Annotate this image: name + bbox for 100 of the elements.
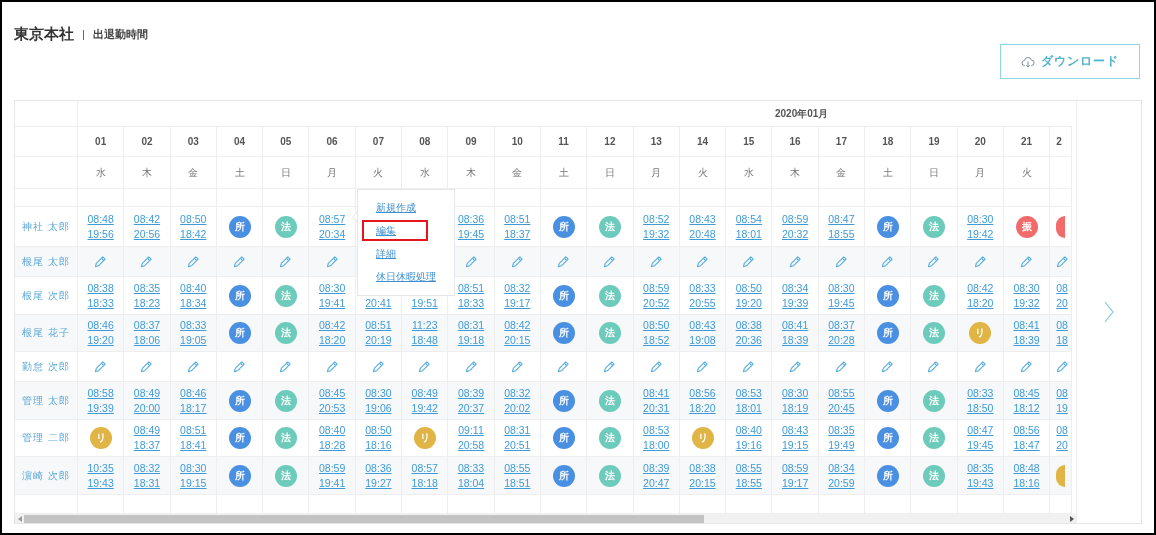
clock-in-link[interactable]: 08:43: [781, 423, 809, 438]
clock-in-link[interactable]: 08:38: [735, 318, 762, 333]
clock-out-link[interactable]: 19:49: [828, 438, 855, 453]
clock-in-link[interactable]: 08:33: [180, 318, 207, 333]
clock-out-link[interactable]: 20:34: [319, 226, 346, 242]
pencil-icon[interactable]: [788, 360, 802, 373]
clock-out-link[interactable]: 18:20: [967, 295, 994, 311]
clock-in-link[interactable]: 08:39: [643, 460, 670, 476]
clock-in-link[interactable]: 08:47: [828, 211, 855, 227]
clock-out-link[interactable]: 20:36: [735, 333, 762, 348]
clock-in-link[interactable]: 08:50: [735, 280, 762, 296]
clock-out-link[interactable]: 18:55: [735, 475, 762, 491]
clock-in-link[interactable]: 08:32: [133, 460, 161, 476]
clock-out-link[interactable]: 18:01: [735, 226, 762, 242]
clock-out-link[interactable]: 18:18: [411, 475, 438, 491]
clock-in-link[interactable]: 08:48: [1013, 460, 1040, 476]
clock-in-link[interactable]: 08: [1056, 318, 1068, 333]
pencil-icon[interactable]: [927, 255, 941, 268]
clock-out-link[interactable]: 19:32: [643, 226, 670, 242]
clock-out-link[interactable]: 18:01: [735, 400, 762, 416]
clock-in-link[interactable]: 10:35: [87, 460, 114, 476]
clock-out-link[interactable]: 18:04: [457, 475, 485, 491]
pencil-icon[interactable]: [464, 360, 478, 373]
clock-in-link[interactable]: 08:40: [735, 423, 762, 438]
clock-out-link[interactable]: 18:16: [365, 438, 392, 453]
clock-in-link[interactable]: 08:51: [457, 280, 485, 296]
clock-in-link[interactable]: 08:42: [504, 318, 531, 333]
clock-in-link[interactable]: 08:41: [643, 385, 670, 401]
clock-out-link[interactable]: 19:41: [319, 295, 346, 311]
pencil-icon[interactable]: [233, 360, 247, 373]
clock-in-link[interactable]: 08:36: [365, 460, 392, 476]
clock-in-link[interactable]: 08:59: [643, 280, 670, 296]
clock-in-link[interactable]: 08:51: [504, 211, 531, 227]
clock-in-link[interactable]: 08:38: [87, 280, 114, 296]
clock-in-link[interactable]: 08:56: [1013, 423, 1040, 438]
clock-in-link[interactable]: 08:30: [828, 280, 855, 296]
clock-out-link[interactable]: 20:31: [643, 400, 670, 416]
pencil-icon[interactable]: [371, 360, 385, 373]
clock-in-link[interactable]: 08:30: [781, 385, 809, 401]
clock-out-link[interactable]: 18:48: [411, 333, 438, 348]
pencil-icon[interactable]: [557, 255, 571, 268]
clock-in-link[interactable]: 08:34: [828, 460, 855, 476]
clock-in-link[interactable]: 08:49: [133, 423, 161, 438]
pencil-icon[interactable]: [649, 360, 663, 373]
clock-out-link[interactable]: 18:41: [180, 438, 207, 453]
clock-out-link[interactable]: 19:56: [87, 226, 114, 242]
clock-out-link[interactable]: 20:19: [365, 333, 392, 348]
clock-out-link[interactable]: 18:17: [180, 400, 207, 416]
pencil-icon[interactable]: [788, 255, 802, 268]
clock-in-link[interactable]: 08:57: [411, 460, 438, 476]
clock-out-link[interactable]: 19:20: [87, 333, 114, 348]
pencil-icon[interactable]: [464, 255, 478, 268]
clock-in-link[interactable]: 08: [1056, 280, 1068, 296]
clock-out-link[interactable]: 20:45: [828, 400, 855, 416]
clock-out-link[interactable]: 18:19: [781, 400, 809, 416]
pencil-icon[interactable]: [325, 360, 339, 373]
clock-out-link[interactable]: 19:43: [967, 475, 994, 491]
clock-out-link[interactable]: 20:52: [643, 295, 670, 311]
clock-out-link[interactable]: 19:45: [828, 295, 855, 311]
menu-item[interactable]: 休日休暇処理: [374, 266, 438, 287]
clock-in-link[interactable]: 08:35: [828, 423, 855, 438]
clock-in-link[interactable]: 08:30: [319, 280, 346, 296]
clock-out-link[interactable]: 18:00: [643, 438, 670, 453]
pencil-icon[interactable]: [742, 255, 756, 268]
clock-in-link[interactable]: 08:57: [319, 211, 346, 227]
clock-in-link[interactable]: 08:35: [967, 460, 994, 476]
clock-in-link[interactable]: 08:48: [87, 211, 114, 227]
clock-in-link[interactable]: 08:50: [643, 318, 670, 333]
clock-in-link[interactable]: 08:30: [180, 460, 207, 476]
clock-out-link[interactable]: 19:05: [180, 333, 207, 348]
clock-in-link[interactable]: 08:42: [133, 211, 161, 227]
clock-in-link[interactable]: 08:41: [781, 318, 809, 333]
clock-in-link[interactable]: 08:58: [87, 385, 114, 401]
clock-in-link[interactable]: 08:36: [457, 211, 485, 227]
clock-in-link[interactable]: 08:34: [781, 280, 809, 296]
clock-in-link[interactable]: 08:43: [689, 318, 716, 333]
pencil-icon[interactable]: [649, 255, 663, 268]
scrollbar-thumb[interactable]: [24, 515, 704, 523]
pencil-icon[interactable]: [1020, 360, 1034, 373]
clock-out-link[interactable]: 20:58: [457, 438, 485, 453]
clock-out-link[interactable]: 19:17: [504, 295, 531, 311]
clock-out-link[interactable]: 18:31: [133, 475, 161, 491]
clock-in-link[interactable]: 08:30: [967, 211, 994, 227]
clock-out-link[interactable]: 18:55: [828, 226, 855, 242]
clock-out-link[interactable]: 18:06: [133, 333, 161, 348]
clock-out-link[interactable]: 18:42: [180, 226, 207, 242]
clock-in-link[interactable]: 08:47: [967, 423, 994, 438]
clock-in-link[interactable]: 08:40: [180, 280, 207, 296]
pencil-icon[interactable]: [510, 255, 524, 268]
clock-in-link[interactable]: 08:32: [504, 385, 531, 401]
clock-out-link[interactable]: 19:08: [689, 333, 716, 348]
pencil-icon[interactable]: [603, 255, 617, 268]
clock-in-link[interactable]: 08:59: [781, 460, 809, 476]
pencil-icon[interactable]: [1056, 255, 1070, 268]
clock-in-link[interactable]: 08:31: [457, 318, 485, 333]
clock-out-link[interactable]: 19:20: [735, 295, 762, 311]
clock-in-link[interactable]: 08:31: [504, 423, 531, 438]
clock-out-link[interactable]: 19:42: [411, 400, 438, 416]
clock-out-link[interactable]: 20:53: [319, 400, 346, 416]
clock-out-link[interactable]: 20:48: [689, 226, 716, 242]
